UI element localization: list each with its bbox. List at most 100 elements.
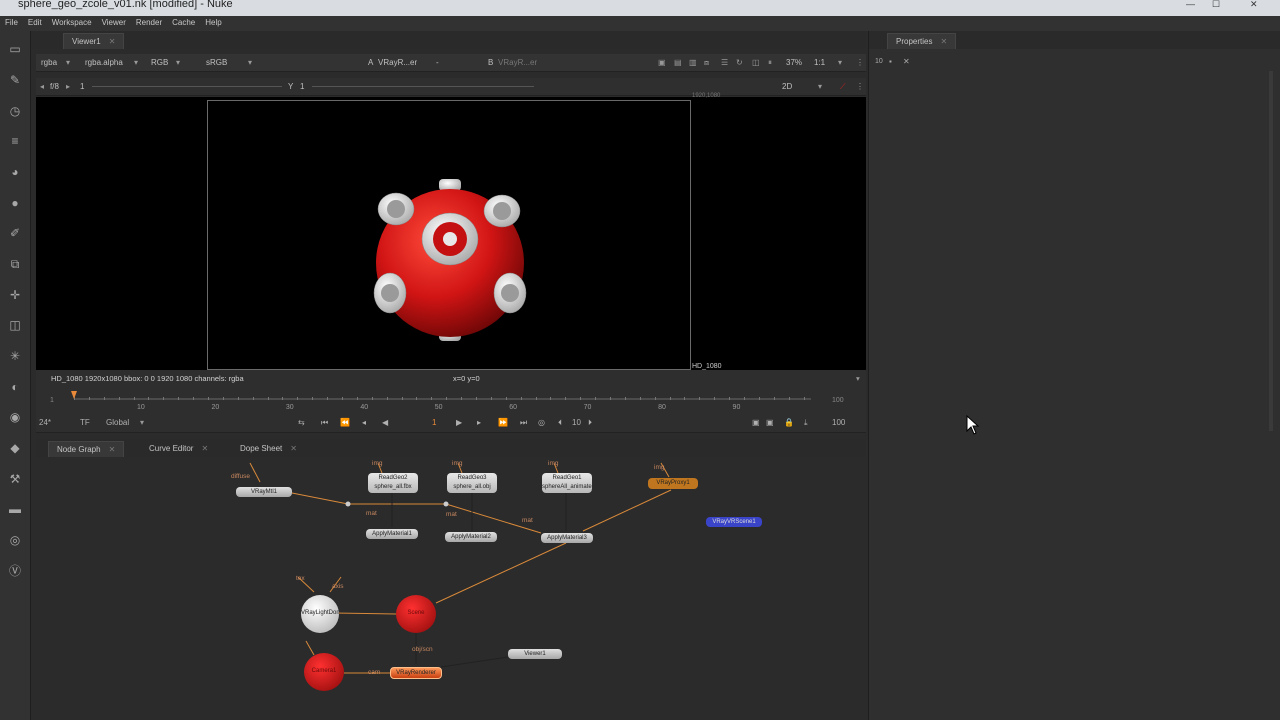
close-window-button[interactable]: ✕ <box>1250 0 1258 9</box>
transform-icon[interactable]: ✛ <box>7 287 23 303</box>
input-b-dropdown[interactable]: VRayR...er <box>498 58 537 67</box>
menu-render[interactable]: Render <box>131 16 167 31</box>
node-viewer[interactable]: Viewer1 <box>508 649 562 659</box>
exposure-value[interactable]: 1 <box>80 82 84 91</box>
input-a-dropdown[interactable]: VRayR...er <box>378 58 417 67</box>
loop-icon[interactable]: ⇆ <box>298 418 305 427</box>
exposure-slider[interactable] <box>92 86 282 87</box>
view-mode-dropdown[interactable]: 2D <box>782 82 792 91</box>
menu-cache[interactable]: Cache <box>167 16 200 31</box>
tab-viewer[interactable]: Viewer1 ✕ <box>63 33 125 49</box>
tab-curve-editor[interactable]: Curve Editor ✕ <box>141 441 216 457</box>
lut-dropdown[interactable]: sRGB <box>206 58 227 67</box>
fstop-arrow-icon[interactable]: ◂ <box>40 82 44 91</box>
close-icon[interactable]: ✕ <box>109 37 116 46</box>
furnace-icon[interactable]: ◎ <box>7 532 23 548</box>
clear-panels-icon[interactable]: ▪ <box>889 57 892 66</box>
current-frame[interactable]: 1 <box>432 418 436 427</box>
node-applymaterial1[interactable]: ApplyMaterial1 <box>366 529 418 539</box>
settings-icon[interactable]: ⋮ <box>856 58 864 67</box>
node-camera[interactable]: Camera1 <box>304 653 344 691</box>
menu-edit[interactable]: Edit <box>23 16 47 31</box>
next-frame-icon[interactable]: ▸ <box>477 418 481 427</box>
last-frame-icon[interactable]: ⏭ <box>520 418 527 428</box>
deep-icon[interactable]: ◐ <box>7 379 23 395</box>
metadata-icon[interactable]: ◆ <box>7 440 23 456</box>
maximize-button[interactable]: ☐ <box>1212 0 1220 9</box>
draw-icon[interactable]: ✐ <box>7 225 23 241</box>
node-graph[interactable]: diffuse VRayMtl1 img ReadGeo2 sphere_all.… <box>36 457 866 720</box>
viewer-canvas[interactable]: 1920,1080 HD_1080 <box>36 93 866 370</box>
next-key-icon[interactable]: ⏩ <box>498 418 508 427</box>
node-vraymtl[interactable]: VRayMtl1 <box>236 487 292 497</box>
step-value[interactable]: 10 <box>572 418 581 427</box>
settings-icon-2[interactable]: ⋮ <box>856 82 864 91</box>
channel-icon[interactable]: ≡ <box>7 133 23 149</box>
node-vrayproxy[interactable]: VRayProxy1 <box>648 478 698 489</box>
guides-icon[interactable]: ▥ <box>689 58 697 67</box>
stop-icon[interactable]: ◎ <box>538 418 545 427</box>
close-icon[interactable]: ✕ <box>940 37 947 46</box>
max-panels-value[interactable]: 10 <box>875 58 883 65</box>
vray-icon[interactable]: Ⓥ <box>7 563 23 579</box>
menu-viewer[interactable]: Viewer <box>97 16 131 31</box>
close-icon[interactable]: ✕ <box>201 444 208 453</box>
node-vrayvrscene[interactable]: VRayVRScene1 <box>706 517 762 527</box>
color-icon[interactable]: ◕ <box>7 164 23 180</box>
refresh-icon[interactable]: ↻ <box>736 58 743 67</box>
lut-icon[interactable]: ☰ <box>721 58 728 67</box>
expand-icon[interactable]: ▾ <box>856 374 860 383</box>
timeline-ruler[interactable] <box>36 387 866 415</box>
roi-icon[interactable]: ▣ <box>658 58 666 67</box>
range-icon[interactable]: ⤓ <box>804 418 808 428</box>
display-dropdown[interactable]: RGB <box>151 58 168 67</box>
merge-icon[interactable]: ⧉ <box>7 256 23 272</box>
end-frame-value[interactable]: 100 <box>832 418 845 427</box>
node-scene[interactable]: Scene <box>396 595 436 633</box>
input-a-op[interactable]: - <box>436 58 439 67</box>
step-forward-icon[interactable]: ⏵ <box>588 418 592 428</box>
node-readgeo2[interactable]: ReadGeo2 sphere_all.fbx <box>368 473 418 493</box>
alpha-dropdown[interactable]: rgba.alpha <box>85 58 123 67</box>
tab-properties[interactable]: Properties ✕ <box>887 33 957 49</box>
particles-icon[interactable]: ✳ <box>7 348 23 364</box>
wipe-icon[interactable]: ▤ <box>674 58 682 67</box>
menu-help[interactable]: Help <box>200 16 226 31</box>
node-applymaterial3[interactable]: ApplyMaterial3 <box>541 533 593 543</box>
time-icon[interactable]: ◷ <box>7 103 23 119</box>
other-icon[interactable]: ▬ <box>7 501 23 517</box>
properties-scrollbar[interactable] <box>1269 71 1273 431</box>
fstop-value[interactable]: f/8 <box>50 82 59 91</box>
viewer-icon[interactable]: ▭ <box>7 41 23 57</box>
fps-dropdown[interactable]: 24* <box>39 418 51 427</box>
play-back-icon[interactable]: ◀ <box>382 418 388 427</box>
first-frame-icon[interactable]: ⏮ <box>321 418 328 428</box>
timeline[interactable]: 1 100 10 20 30 40 50 60 70 80 90 <box>36 387 866 415</box>
scope-dropdown[interactable]: Global <box>106 418 129 427</box>
menu-file[interactable]: File <box>0 16 23 31</box>
menu-workspace[interactable]: Workspace <box>47 16 97 31</box>
in-out-icon[interactable]: ▣ <box>766 418 774 427</box>
close-icon[interactable]: ✕ <box>290 444 297 453</box>
gamma-slider[interactable] <box>312 86 534 87</box>
minimize-button[interactable]: — <box>1186 0 1195 9</box>
pause-icon[interactable]: ⏸ <box>768 58 772 68</box>
toolsets-icon[interactable]: ⚒ <box>7 471 23 487</box>
prev-key-icon[interactable]: ⏪ <box>340 418 350 427</box>
filter-icon[interactable]: ● <box>7 195 23 211</box>
3d-icon[interactable]: ◫ <box>7 317 23 333</box>
tab-dope-sheet[interactable]: Dope Sheet ✕ <box>232 441 305 457</box>
cache-icon[interactable]: ▣ <box>752 418 760 427</box>
views-icon[interactable]: ◉ <box>7 409 23 425</box>
paint-icon[interactable]: ✎ <box>7 72 23 88</box>
paint-stroke-icon[interactable]: ⟋ <box>840 82 846 92</box>
step-back-icon[interactable]: ⏴ <box>558 418 562 428</box>
proxy-icon[interactable]: ◫ <box>752 58 760 67</box>
prev-frame-icon[interactable]: ◂ <box>362 418 366 427</box>
mask-icon[interactable]: ⧈ <box>704 58 709 68</box>
ratio-dropdown[interactable]: 1:1 <box>814 58 825 67</box>
tf-dropdown[interactable]: TF <box>80 418 90 427</box>
zoom-dropdown[interactable]: 37% <box>786 58 802 67</box>
node-vraylightdome[interactable]: VRayLightDome <box>301 595 339 633</box>
gamma-value[interactable]: 1 <box>300 82 304 91</box>
